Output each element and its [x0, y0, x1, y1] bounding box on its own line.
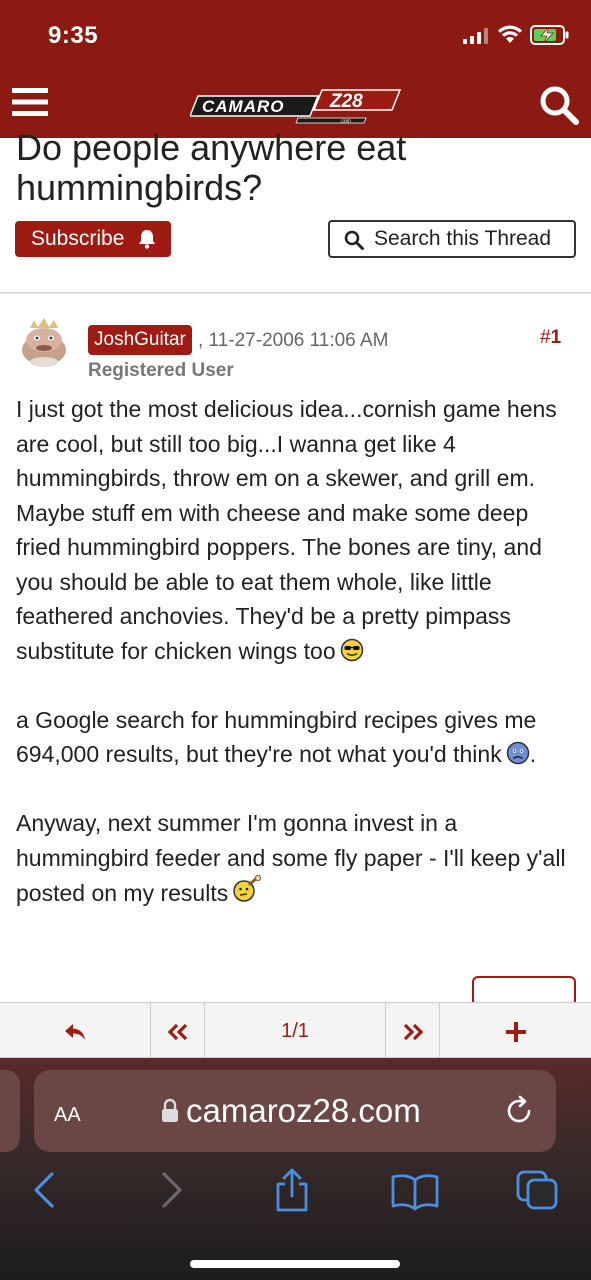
post-paragraph-3: Anyway, next summer I'm gonna invest in … — [16, 810, 566, 906]
home-indicator — [190, 1260, 400, 1268]
reply-arrow-button[interactable] — [0, 1003, 151, 1059]
bookmarks-icon[interactable] — [390, 1168, 440, 1212]
subscribe-button[interactable]: Subscribe — [15, 221, 171, 257]
lock-icon — [162, 1098, 178, 1122]
post-number-value: 1 — [550, 327, 562, 348]
double-chevron-left-icon — [167, 1023, 187, 1040]
post-paragraph: Anyway, next summer I'm gonna invest in … — [16, 806, 576, 911]
bell-icon — [139, 230, 155, 249]
thread-pagination-toolbar: 1/1 — [0, 1002, 591, 1059]
last-page-button[interactable] — [386, 1003, 440, 1059]
address-bar[interactable]: AA camaroz28.com — [34, 1070, 556, 1152]
url-text: camaroz28.com — [186, 1092, 421, 1129]
svg-text:CAMARO: CAMARO — [202, 97, 285, 116]
section-divider — [0, 292, 591, 294]
magnifier-icon — [344, 230, 364, 250]
post-number[interactable]: #1 — [540, 327, 561, 349]
hamburger-menu-icon[interactable] — [12, 86, 48, 118]
page-indicator[interactable]: 1/1 — [205, 1003, 386, 1059]
post-paragraph-2b: . — [529, 741, 537, 767]
post-paragraph-1: I just got the most delicious idea...cor… — [16, 396, 557, 664]
text-size-button[interactable]: AA — [54, 1096, 81, 1128]
post-paragraph-2a: a Google search for hummingbird recipes … — [16, 706, 537, 768]
new-post-button[interactable] — [440, 1003, 591, 1059]
cellular-signal-icon — [463, 28, 488, 44]
tabs-icon[interactable] — [514, 1168, 562, 1212]
back-icon[interactable] — [24, 1168, 64, 1212]
site-logo[interactable]: CAMARO Z28 .com — [190, 86, 402, 124]
post-paragraph: I just got the most delicious idea...cor… — [16, 392, 576, 668]
post-body: I just got the most delicious idea...cor… — [16, 392, 576, 945]
cool-sunglasses-smiley-icon — [340, 638, 363, 661]
sad-smiley-icon — [506, 741, 529, 765]
search-thread-button[interactable]: Search this Thread — [328, 220, 576, 258]
svg-text:Z28: Z28 — [329, 91, 363, 112]
thread-title: Do people anywhere eat hummingbirds? — [16, 127, 407, 208]
search-icon[interactable] — [538, 84, 580, 126]
user-avatar[interactable] — [18, 318, 70, 370]
share-icon[interactable] — [272, 1168, 312, 1212]
first-page-button[interactable] — [151, 1003, 205, 1059]
status-time: 9:35 — [48, 22, 99, 49]
previous-tab-edge[interactable] — [0, 1070, 20, 1152]
search-thread-label: Search this Thread — [374, 227, 552, 250]
reply-arrow-icon — [65, 1023, 85, 1040]
user-role: Registered User — [88, 360, 234, 381]
subscribe-label: Subscribe — [31, 227, 125, 250]
post-date: , 11-27-2006 11:06 AM — [198, 330, 389, 351]
post-paragraph: a Google search for hummingbird recipes … — [16, 703, 576, 772]
svg-text:.com: .com — [340, 119, 351, 125]
chicken-leg-smiley-icon — [233, 875, 262, 902]
plus-icon — [505, 1021, 526, 1042]
page-indicator-label: 1/1 — [281, 1020, 309, 1042]
double-chevron-right-icon — [403, 1023, 423, 1040]
forward-icon[interactable] — [152, 1168, 192, 1212]
wifi-icon — [498, 25, 522, 43]
battery-charging-icon — [530, 25, 569, 45]
text-size-label: AA — [54, 1104, 81, 1126]
post-number-prefix: # — [540, 327, 551, 348]
reload-icon[interactable] — [502, 1094, 536, 1128]
status-bar: 9:35 — [0, 0, 591, 68]
post-username[interactable]: JoshGuitar — [88, 325, 192, 355]
